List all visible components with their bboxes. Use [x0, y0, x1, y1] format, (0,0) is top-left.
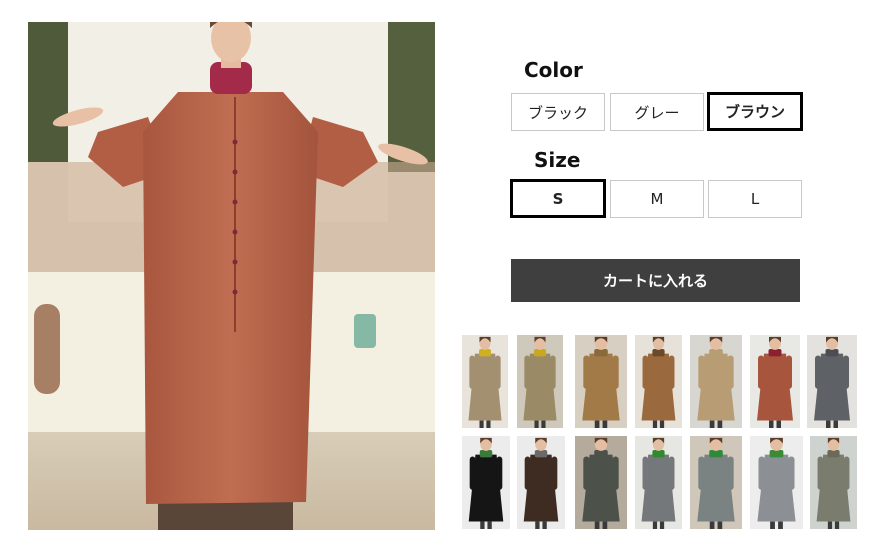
thumbnail-4[interactable] — [635, 335, 682, 428]
model-photo — [690, 436, 742, 529]
add-to-cart-button[interactable]: カートに入れる — [511, 259, 800, 302]
model-photo — [462, 436, 510, 529]
model-photo — [810, 436, 857, 529]
thumbnail-9[interactable] — [517, 436, 565, 529]
product-page: Color ブラック グレー ブラウン Size S M L カートに入れる — [0, 0, 885, 553]
size-option-m[interactable]: M — [610, 180, 704, 218]
size-option-l[interactable]: L — [708, 180, 802, 218]
model-photo — [635, 436, 682, 529]
model-photo — [462, 335, 508, 428]
thumbnail-14[interactable] — [810, 436, 857, 529]
thumbnail-10[interactable] — [575, 436, 627, 529]
model-photo — [807, 335, 857, 428]
color-section-title: Color — [524, 58, 583, 82]
thumbnail-2[interactable] — [517, 335, 563, 428]
color-option-gray[interactable]: グレー — [610, 93, 704, 131]
model-photo — [575, 335, 627, 428]
thumbnail-6[interactable] — [750, 335, 800, 428]
color-option-brown[interactable]: ブラウン — [707, 92, 803, 131]
model-photo — [517, 436, 565, 529]
model-photo — [635, 335, 682, 428]
thumbnail-11[interactable] — [635, 436, 682, 529]
color-option-black[interactable]: ブラック — [511, 93, 605, 131]
thumbnail-7[interactable] — [807, 335, 857, 428]
thumbnail-8[interactable] — [462, 436, 510, 529]
model-photo — [690, 335, 742, 428]
thumbnail-12[interactable] — [690, 436, 742, 529]
thumbnail-13[interactable] — [750, 436, 803, 529]
thumbnail-1[interactable] — [462, 335, 508, 428]
thumbnail-5[interactable] — [690, 335, 742, 428]
size-option-s[interactable]: S — [510, 179, 606, 218]
main-product-image — [28, 22, 435, 530]
model-photo — [575, 436, 627, 529]
size-section-title: Size — [534, 148, 581, 172]
thumbnail-3[interactable] — [575, 335, 627, 428]
model-photo — [750, 436, 803, 529]
model-photo — [750, 335, 800, 428]
model-photo — [517, 335, 563, 428]
